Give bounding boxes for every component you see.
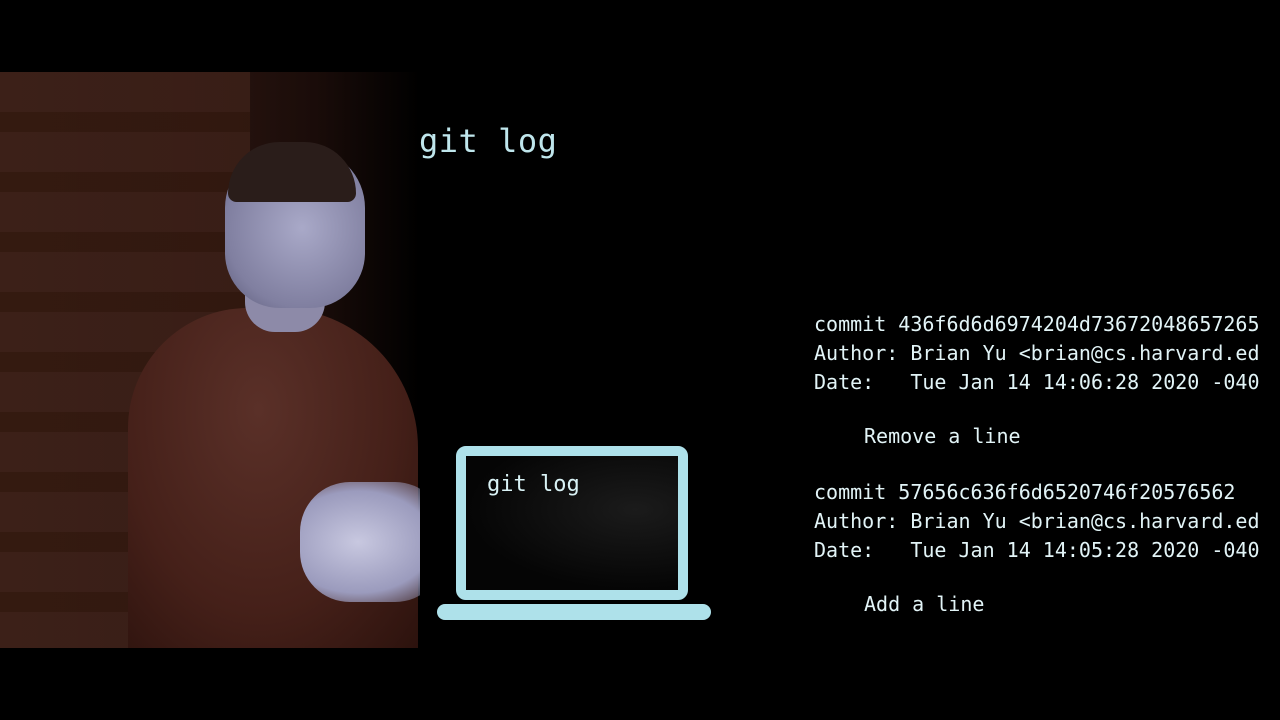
laptop-screen-icon [456,446,688,600]
commit-author: Author: Brian Yu <brian@cs.harvard.ed [814,509,1260,533]
speaker-video [0,72,420,648]
laptop-base-icon [437,604,711,620]
commit-message: Remove a line [864,424,1021,448]
slide-title: git log [419,122,558,160]
letterbox-top [0,0,1280,72]
commit-author: Author: Brian Yu <brian@cs.harvard.ed [814,341,1260,365]
commit-hash: commit 57656c636f6d6520746f20576562 [814,480,1236,504]
commit-hash: commit 436f6d6d6974204d73672048657265 [814,312,1260,336]
letterbox-bottom [0,648,1280,720]
laptop-command: git log [487,472,580,497]
commit-date: Date: Tue Jan 14 14:05:28 2020 -040 [814,538,1260,562]
speaker-hands [300,482,420,602]
git-log-output: commit 436f6d6d6974204d73672048657265 Au… [814,308,1280,628]
commit-date: Date: Tue Jan 14 14:06:28 2020 -040 [814,370,1260,394]
commit-message: Add a line [864,592,985,616]
